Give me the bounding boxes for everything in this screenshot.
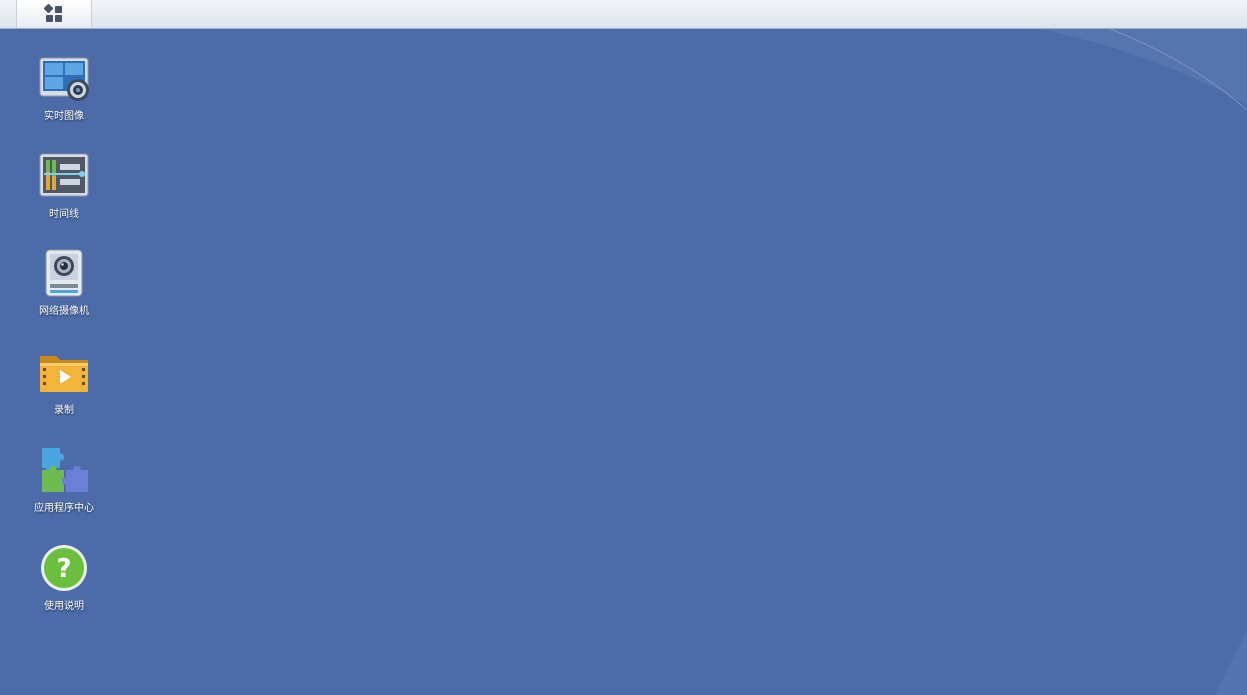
desktop: 实时图像 时间线 网络摄像机 录制 应用程序中心 ? 使用说明 bbox=[0, 0, 1247, 695]
shortcut-label: 录制 bbox=[54, 405, 74, 416]
shortcut-help[interactable]: ? 使用说明 bbox=[24, 542, 104, 622]
main-menu-button[interactable] bbox=[16, 0, 92, 28]
shortcut-live-view[interactable]: 实时图像 bbox=[24, 52, 104, 132]
recording-folder-icon bbox=[40, 356, 88, 392]
grid-icon bbox=[44, 4, 62, 22]
shortcut-label: 实时图像 bbox=[44, 111, 84, 122]
shortcut-label: 网络摄像机 bbox=[39, 306, 89, 317]
taskbar bbox=[0, 0, 1247, 29]
help-icon: ? bbox=[41, 545, 87, 591]
shortcut-label: 使用说明 bbox=[44, 601, 84, 612]
shortcut-timeline[interactable]: 时间线 bbox=[24, 150, 104, 230]
timeline-icon bbox=[39, 153, 89, 197]
shortcut-label: 时间线 bbox=[49, 209, 79, 220]
shortcut-ip-camera[interactable]: 网络摄像机 bbox=[24, 247, 104, 327]
shortcut-recording[interactable]: 录制 bbox=[24, 346, 104, 426]
shortcut-label: 应用程序中心 bbox=[34, 503, 94, 514]
ip-camera-icon bbox=[45, 249, 83, 297]
live-view-icon bbox=[39, 57, 89, 101]
puzzle-icon bbox=[42, 448, 88, 492]
wallpaper-swoosh bbox=[1040, 28, 1247, 695]
shortcut-package-center[interactable]: 应用程序中心 bbox=[24, 444, 104, 524]
svg-text:?: ? bbox=[56, 554, 71, 584]
